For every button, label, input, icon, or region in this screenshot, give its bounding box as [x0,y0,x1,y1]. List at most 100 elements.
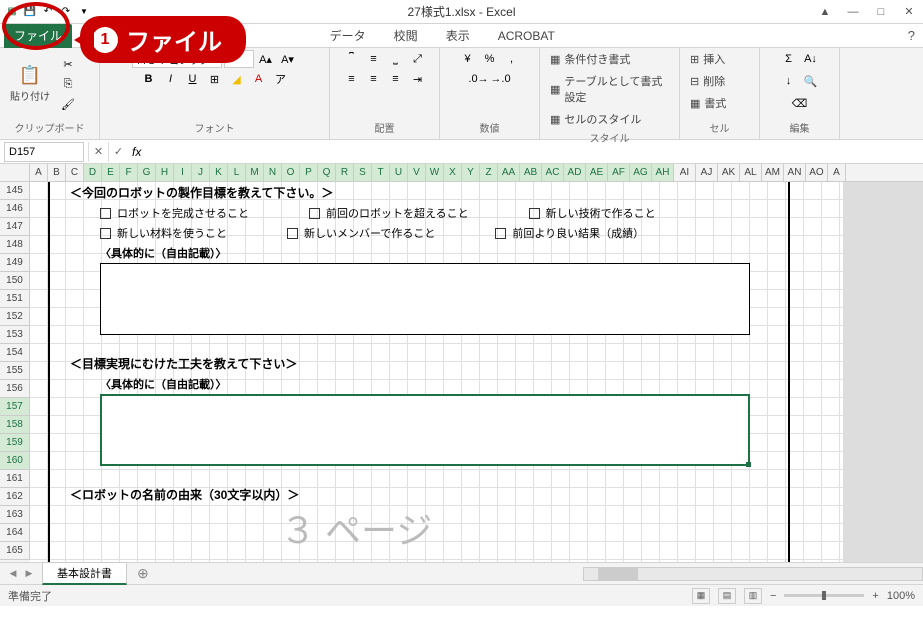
column-header[interactable]: E [102,164,120,181]
italic-button[interactable]: I [161,70,181,88]
clear-icon[interactable]: ⌫ [790,94,810,112]
phonetic-icon[interactable]: ア [271,70,291,88]
column-header[interactable]: M [246,164,264,181]
column-header[interactable]: AJ [696,164,718,181]
page-break-view-icon[interactable]: ▥ [744,588,762,604]
checkbox-result[interactable]: 前回より良い結果（成績） [495,225,644,241]
column-header[interactable]: D [84,164,102,181]
undo-icon[interactable]: ↶ [40,4,56,20]
checkbox-newtech[interactable]: 新しい技術で作ること [529,205,656,221]
delete-button[interactable]: ⊟削除 [686,72,729,90]
maximize-icon[interactable]: □ [871,4,891,20]
column-header[interactable]: AE [586,164,608,181]
data-tab[interactable]: データ [316,23,380,48]
column-header[interactable]: H [156,164,174,181]
column-header[interactable]: A [30,164,48,181]
add-sheet-button[interactable]: ⊕ [127,563,159,584]
column-header[interactable]: O [282,164,300,181]
row-header[interactable]: 147 [0,218,30,236]
column-header[interactable]: AO [806,164,828,181]
row-header[interactable]: 151 [0,290,30,308]
horizontal-scrollbar[interactable] [583,567,923,581]
fx-icon[interactable]: fx [128,145,145,159]
row-header[interactable]: 160 [0,452,30,470]
checkbox-complete[interactable]: ロボットを完成させること [100,205,249,221]
column-header[interactable]: I [174,164,192,181]
paste-button[interactable]: 📋 貼り付け [6,63,54,105]
row-header[interactable]: 146 [0,200,30,218]
find-icon[interactable]: 🔍 [801,72,821,90]
formula-bar[interactable] [145,142,923,162]
align-right-icon[interactable]: ≡ [386,70,406,88]
column-header[interactable]: AB [520,164,542,181]
column-header[interactable]: P [300,164,318,181]
border-icon[interactable]: ⊞ [205,70,225,88]
row-header[interactable]: 150 [0,272,30,290]
row-header[interactable]: 162 [0,488,30,506]
zoom-level[interactable]: 100% [887,590,915,602]
cut-icon[interactable]: ✂ [58,55,78,73]
align-bottom-icon[interactable]: ⎵ [386,50,406,68]
column-header[interactable]: AM [762,164,784,181]
column-header[interactable]: Z [480,164,498,181]
row-header[interactable]: 145 [0,182,30,200]
increase-decimal-icon[interactable]: .0→ [469,70,489,88]
row-header[interactable]: 161 [0,470,30,488]
row-header[interactable]: 164 [0,524,30,542]
name-box[interactable] [4,142,84,162]
column-header[interactable]: G [138,164,156,181]
font-color-icon[interactable]: A [249,70,269,88]
currency-icon[interactable]: ¥ [458,50,478,68]
indent-icon[interactable]: ⇥ [408,70,428,88]
copy-icon[interactable]: ⎘ [58,75,78,93]
column-header[interactable]: AL [740,164,762,181]
insert-button[interactable]: ⊞挿入 [686,50,729,68]
column-header[interactable]: X [444,164,462,181]
normal-view-icon[interactable]: ▦ [692,588,710,604]
fill-color-icon[interactable]: ◢ [227,70,247,88]
column-header[interactable]: N [264,164,282,181]
column-header[interactable]: AA [498,164,520,181]
column-header[interactable]: AC [542,164,564,181]
row-header[interactable]: 152 [0,308,30,326]
row-header[interactable]: 153 [0,326,30,344]
help-icon[interactable]: ? [908,28,915,43]
format-button[interactable]: ▦書式 [686,94,730,112]
ribbon-options-icon[interactable]: ▲ [815,4,835,20]
row-header[interactable]: 148 [0,236,30,254]
column-header[interactable]: Q [318,164,336,181]
row-header[interactable]: 158 [0,416,30,434]
row-header[interactable]: 156 [0,380,30,398]
sheet-tab[interactable]: 基本設計書 [42,562,127,585]
cancel-formula-icon[interactable]: ✕ [88,142,108,162]
page-layout-view-icon[interactable]: ▤ [718,588,736,604]
align-center-icon[interactable]: ≡ [364,70,384,88]
column-header[interactable]: Y [462,164,480,181]
view-tab[interactable]: 表示 [432,23,484,48]
checkbox-member[interactable]: 新しいメンバーで作ること [287,225,435,241]
column-header[interactable]: V [408,164,426,181]
zoom-slider[interactable] [784,594,864,597]
qat-dropdown-icon[interactable]: ▼ [76,4,92,20]
spreadsheet-grid[interactable]: ＜今回のロボットの製作目標を教えて下さい。＞ ロボットを完成させること 前回のロ… [30,182,923,562]
column-header[interactable]: F [120,164,138,181]
format-as-table-button[interactable]: ▦テーブルとして書式設定 [546,72,673,106]
column-header[interactable]: S [354,164,372,181]
fill-icon[interactable]: ↓ [779,72,799,90]
align-middle-icon[interactable]: ≡ [364,50,384,68]
sort-icon[interactable]: A↓ [801,50,821,68]
column-header[interactable]: U [390,164,408,181]
checkbox-material[interactable]: 新しい材料を使うこと [100,225,227,241]
format-painter-icon[interactable]: 🖌 [58,95,78,113]
row-header[interactable]: 149 [0,254,30,272]
align-left-icon[interactable]: ≡ [342,70,362,88]
autosum-icon[interactable]: Σ [779,50,799,68]
enter-formula-icon[interactable]: ✓ [108,142,128,162]
column-header[interactable]: L [228,164,246,181]
decrease-font-icon[interactable]: A▾ [278,50,298,68]
underline-button[interactable]: U [183,70,203,88]
close-icon[interactable]: ✕ [899,4,919,20]
column-header[interactable]: W [426,164,444,181]
tab-nav-next-icon[interactable]: ▶ [22,567,36,581]
decrease-decimal-icon[interactable]: →.0 [491,70,511,88]
